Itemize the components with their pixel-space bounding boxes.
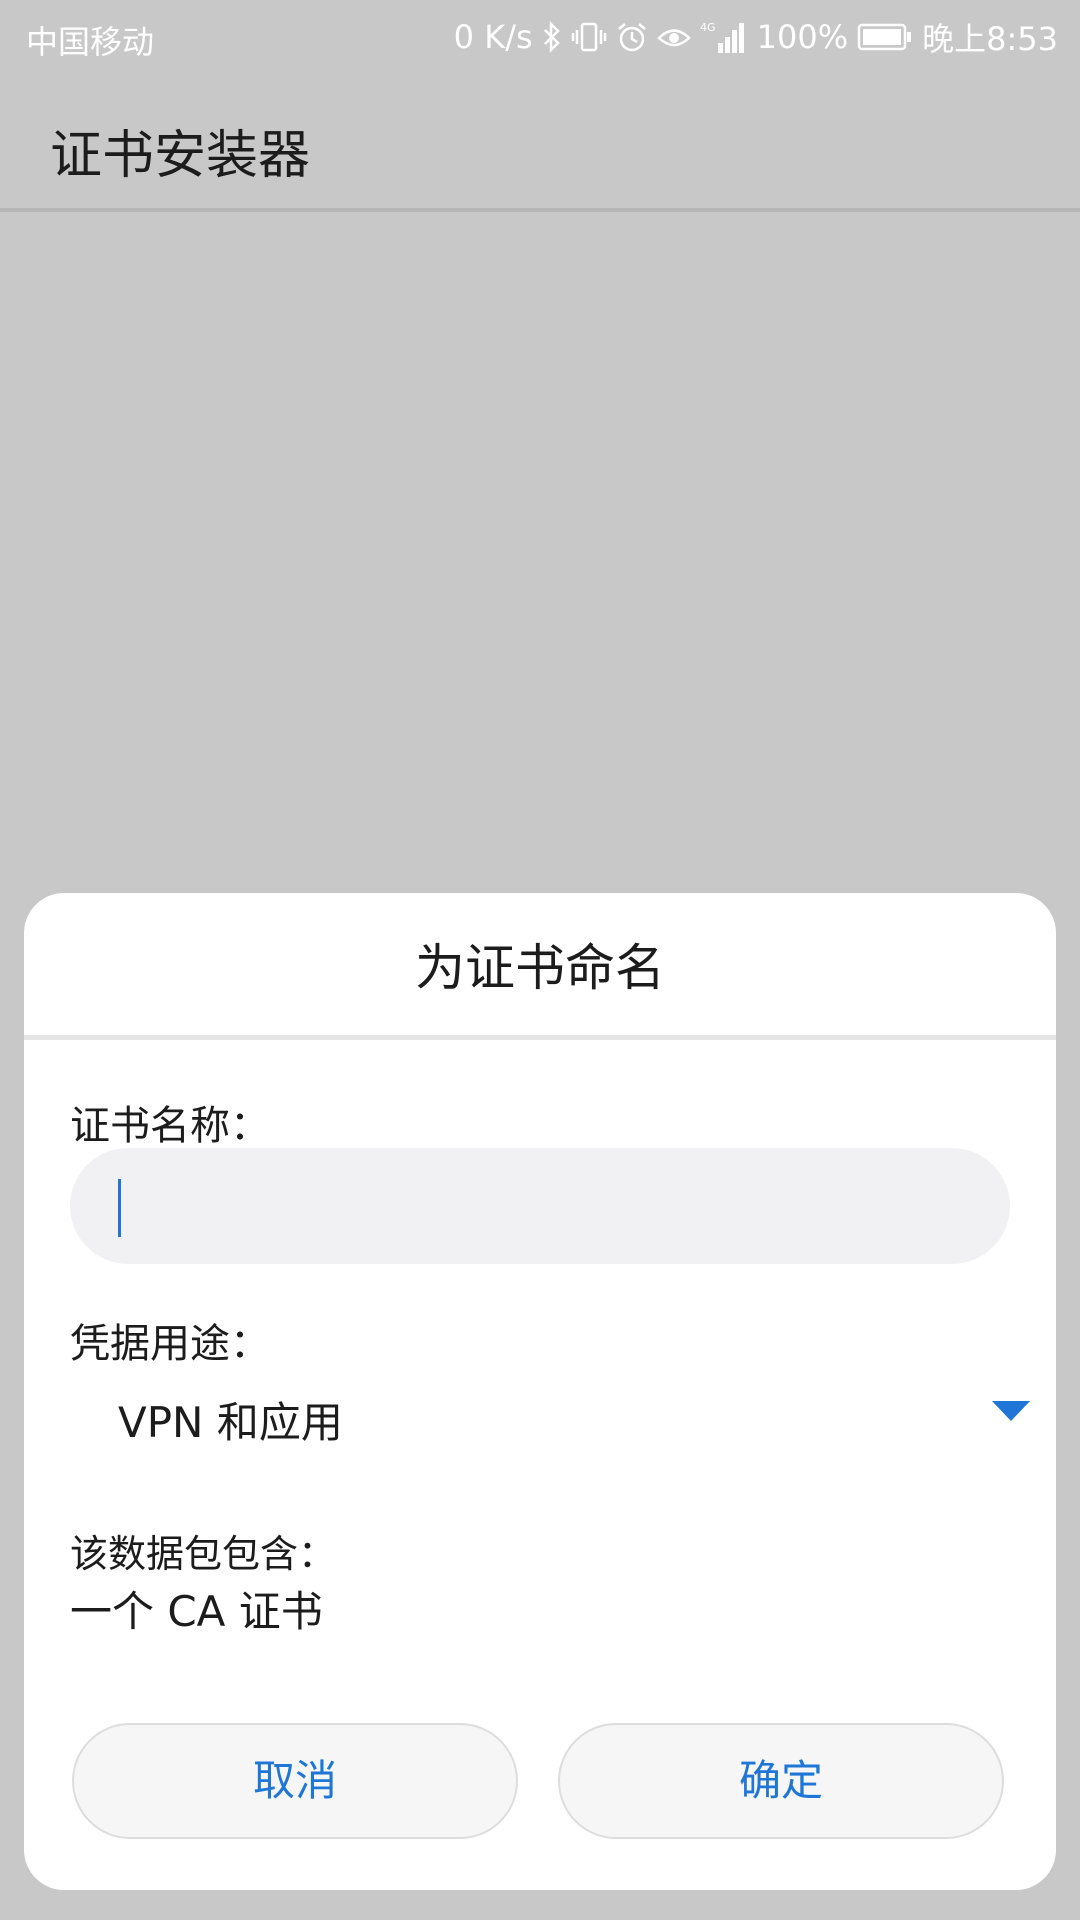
package-contents: 一个 CA 证书 [70, 1587, 323, 1636]
bluetooth-icon [542, 21, 562, 53]
network-speed: 0 K/s [453, 18, 533, 56]
battery-icon [857, 22, 913, 52]
status-bar: 中国移动 0 K/s 4G 100% 晚上8:53 [0, 0, 1080, 76]
status-icons: 0 K/s 4G 100% 晚上8:53 [454, 12, 1058, 62]
vibrate-icon [571, 21, 607, 53]
credential-usage-label: 凭据用途： [70, 1321, 270, 1367]
name-certificate-dialog: 为证书命名 证书名称： 凭据用途： VPN 和应用 该数据包包含： 一个 CA … [24, 893, 1056, 1890]
credential-usage-value: VPN 和应用 [118, 1398, 343, 1447]
cancel-button[interactable]: 取消 [72, 1723, 518, 1839]
battery-percent: 100% [756, 18, 849, 56]
divider [24, 1035, 1056, 1040]
eye-comfort-icon [656, 21, 691, 53]
text-cursor [118, 1179, 121, 1237]
confirm-button[interactable]: 确定 [558, 1723, 1004, 1839]
dropdown-arrow-icon [992, 1401, 1030, 1427]
network-type-label: 4G [700, 21, 716, 34]
credential-usage-dropdown[interactable]: VPN 和应用 [70, 1381, 1030, 1451]
certificate-name-label: 证书名称： [70, 1103, 270, 1149]
dialog-title: 为证书命名 [415, 939, 665, 997]
package-contains-label: 该数据包包含： [70, 1532, 337, 1576]
certificate-name-input[interactable] [70, 1148, 1010, 1264]
clock: 晚上8:53 [922, 20, 1058, 58]
carrier-name: 中国移动 [26, 23, 155, 61]
app-bar: 证书安装器 [0, 76, 1080, 212]
signal-icon: 4G [700, 19, 748, 55]
app-title: 证书安装器 [50, 126, 311, 186]
alarm-icon [616, 21, 648, 53]
